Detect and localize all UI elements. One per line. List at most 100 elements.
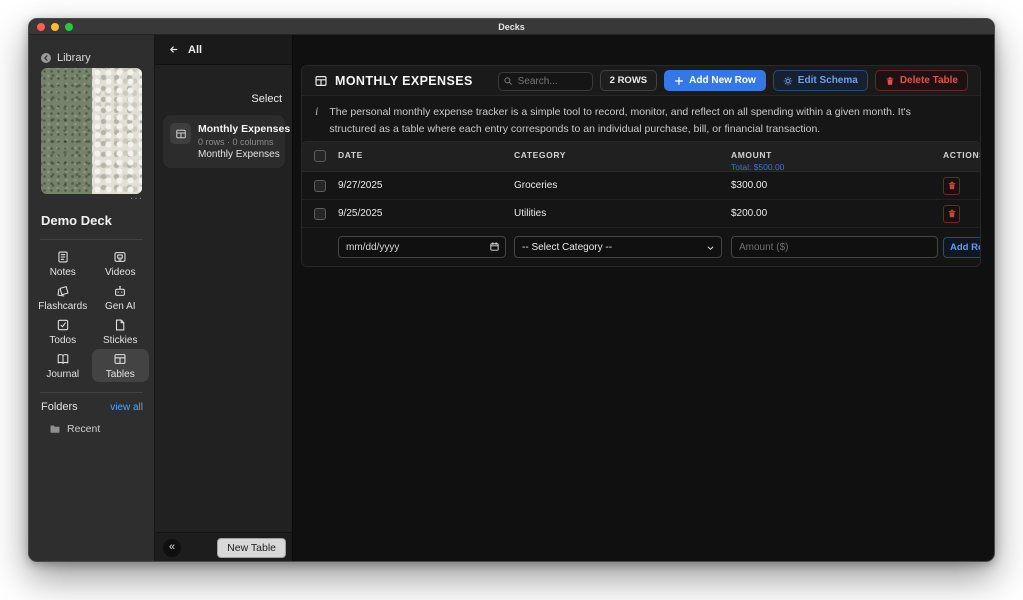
row-checkbox[interactable] [314,179,326,192]
tables-icon [114,353,126,364]
amount-header-label: AMOUNT [731,150,772,160]
delete-row-button[interactable] [943,204,960,223]
sidebar-item-flashcards[interactable]: Flashcards [34,281,92,314]
category-select[interactable]: -- Select Category -- [514,236,722,258]
todos-icon [57,319,68,330]
add-row-button[interactable]: Add Row [943,236,980,258]
table-icon [175,129,186,138]
nav-label: Gen AI [104,300,136,312]
trash-icon [948,209,955,218]
traffic-lights [37,23,73,31]
list-panel-header: All [155,35,292,65]
nav-label: Videos [105,266,136,278]
sidebar-item-notes[interactable]: Notes [34,247,92,280]
add-new-row-button[interactable]: Add New Row [664,70,766,91]
nav-label: Tables [105,368,135,380]
table-header-card: MONTHLY EXPENSES 2 ROWS Add New Row [301,65,981,148]
folders-view-all-link[interactable]: view all [110,402,143,413]
deck-cover-image[interactable] [41,68,142,194]
cell-date: 9/25/2025 [338,208,383,219]
titlebar: Decks [29,19,994,35]
folder-item-recent[interactable]: Recent [49,423,100,435]
journal-icon [57,353,69,364]
search-box [497,71,593,91]
column-header-date: DATE [338,150,363,160]
table-row: 9/27/2025 Groceries $300.00 [302,172,980,200]
edit-schema-label: Edit Schema [797,75,858,86]
minimize-window-button[interactable] [51,23,59,31]
table-toolbar: MONTHLY EXPENSES 2 ROWS Add New Row [302,66,980,96]
stickies-icon [116,319,125,330]
library-label: Library [57,52,91,64]
folder-item-label: Recent [67,423,101,435]
back-to-all-label[interactable]: All [188,44,202,56]
delete-row-button[interactable] [943,176,960,195]
robot-icon [115,285,126,296]
delete-table-button[interactable]: Delete Table [874,70,968,91]
deck-more-button[interactable]: ··· [130,194,143,204]
table-header-row: DATE CATEGORY AMOUNT Total: $500.00 ACTI… [302,142,980,172]
table-title: MONTHLY EXPENSES [335,73,473,88]
collapse-panel-button[interactable]: « [163,538,181,557]
table-card-iconbox [170,123,191,144]
date-input[interactable] [338,236,506,258]
nav-label: Todos [49,334,77,346]
select-mode-button[interactable]: Select [251,93,282,105]
folders-header: Folders view all [41,401,143,413]
tables-list-panel: All Select Monthly Expenses 0 rows · 0 c… [155,35,293,561]
new-row-form: -- Select Category -- Add Row [302,228,980,266]
info-icon: i [315,104,319,118]
column-header-actions: ACTIONS [943,150,980,160]
cell-amount: $200.00 [731,208,768,219]
table-icon [315,75,327,86]
sidebar-item-videos[interactable]: Videos [92,247,150,280]
library-back-link[interactable]: Library [40,52,91,64]
trash-icon [886,76,894,85]
select-all-checkbox[interactable] [314,150,326,162]
new-table-button[interactable]: New Table [217,537,286,558]
window-title: Decks [498,21,525,32]
app-window: Decks Library ··· Demo Deck Notes Videos… [28,18,995,562]
column-header-category: CATEGORY [514,150,567,160]
nav-label: Notes [49,266,76,278]
edit-schema-button[interactable]: Edit Schema [772,70,868,91]
table-description-section: i The personal monthly expense tracker i… [302,96,980,147]
flashcards-icon [57,285,69,296]
plus-icon [675,76,684,85]
table-card-subtitle: Monthly Expenses [198,149,280,160]
sidebar-item-journal[interactable]: Journal [34,349,92,382]
date-input-wrap [338,236,506,258]
close-window-button[interactable] [37,23,45,31]
cell-amount: $300.00 [731,180,768,191]
table-detail-panel: MONTHLY EXPENSES 2 ROWS Add New Row [293,35,994,561]
sidebar-item-gen-ai[interactable]: Gen AI [92,281,150,314]
row-checkbox[interactable] [314,207,326,220]
notes-icon [58,251,68,262]
deck-cover-pebble-half [91,68,142,194]
table-card-meta: 0 rows · 0 columns [198,137,274,147]
table-row: 9/25/2025 Utilities $200.00 [302,200,980,228]
gear-icon [783,76,793,85]
row-count-badge: 2 ROWS [599,70,658,91]
sidebar-item-tables[interactable]: Tables [91,349,149,382]
delete-table-label: Delete Table [899,75,958,86]
table-description: The personal monthly expense tracker is … [329,106,911,135]
sidebar-divider [40,392,143,393]
sidebar-item-stickies[interactable]: Stickies [92,315,150,348]
cell-category: Utilities [514,208,547,219]
amount-total: Total: $500.00 [731,162,785,172]
back-arrow-icon[interactable] [168,44,179,55]
nav-label: Journal [46,368,80,380]
table-card-text: Monthly Expenses 0 rows · 0 columns Mont… [198,123,291,160]
search-icon [504,76,512,85]
amount-input[interactable] [731,236,938,258]
trash-icon [948,181,955,190]
deck-nav-grid: Notes Videos Flashcards Gen AI Todos Sti… [34,247,149,382]
table-list-item-monthly-expenses[interactable]: Monthly Expenses 0 rows · 0 columns Mont… [163,115,291,168]
category-select-value: -- Select Category -- [522,241,613,253]
expenses-table: DATE CATEGORY AMOUNT Total: $500.00 ACTI… [301,141,981,267]
table-card-title: Monthly Expenses [198,123,291,135]
zoom-window-button[interactable] [65,23,73,31]
folders-title: Folders [41,401,78,413]
sidebar-item-todos[interactable]: Todos [34,315,92,348]
